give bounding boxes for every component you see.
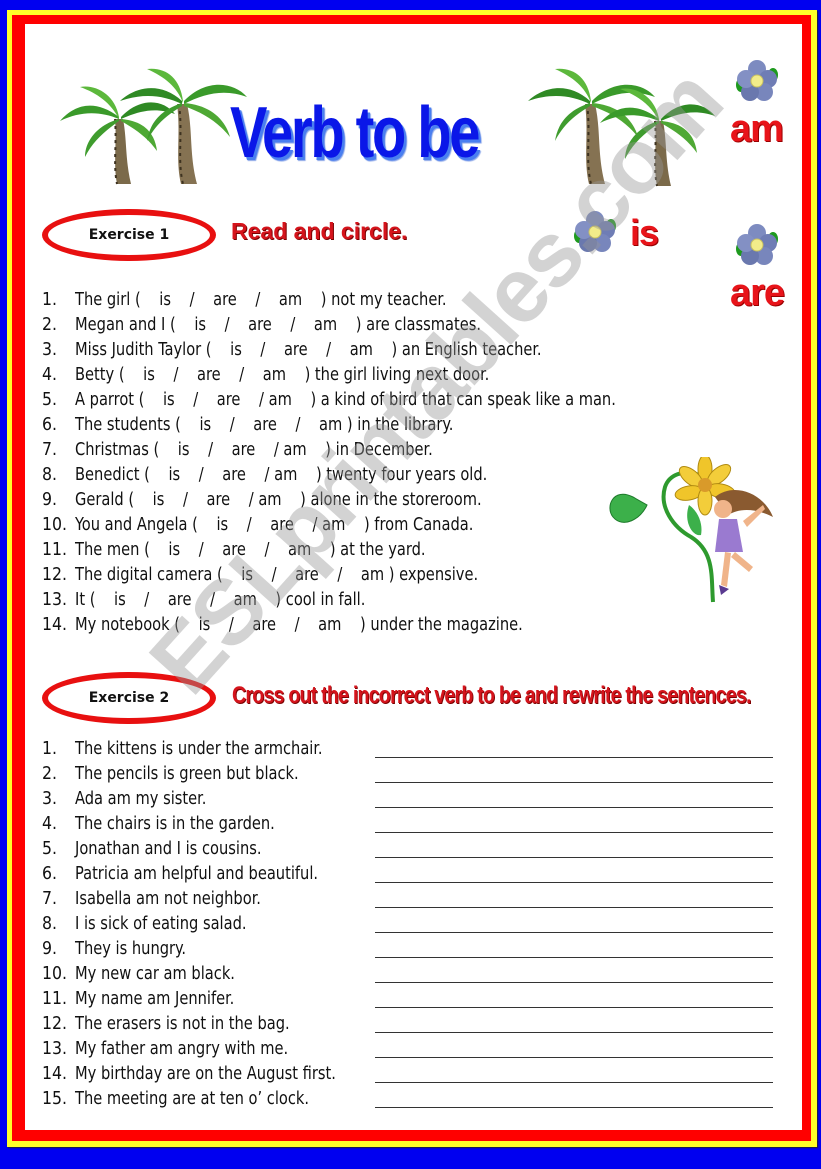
flower-icon (574, 211, 616, 252)
answer-line-input[interactable] (375, 739, 773, 758)
exercise-1-list: 1. The girl ( is / are / am ) not my teac… (42, 288, 657, 638)
list-item: 8. I is sick of eating salad. (42, 914, 247, 934)
flower-icon (736, 224, 778, 265)
answer-line-input[interactable] (375, 864, 773, 883)
list-item: 9. They is hungry. (42, 939, 187, 959)
list-item[interactable]: 8. Benedict ( is / are / am ) twenty four… (42, 463, 657, 488)
answer-line-input[interactable] (375, 989, 773, 1008)
answer-line-input[interactable] (375, 914, 773, 933)
list-item: 6. Patricia am helpful and beautiful. (42, 864, 319, 884)
list-item: 15. The meeting are at ten o’ clock. (42, 1089, 310, 1109)
answer-line-input[interactable] (375, 1039, 773, 1058)
exercise-2-instruction: Cross out the incorrect verb to be and r… (232, 682, 751, 709)
list-item[interactable]: 13. It ( is / are / am ) cool in fall. (42, 588, 657, 613)
answer-line-input[interactable] (375, 1089, 773, 1108)
list-item[interactable]: 1. The girl ( is / are / am ) not my teac… (42, 288, 657, 313)
answer-line-input[interactable] (375, 839, 773, 858)
list-item: 11. My name am Jennifer. (42, 989, 235, 1009)
list-item: 12. The erasers is not in the bag. (42, 1014, 290, 1034)
decor-word-is: is (630, 212, 659, 253)
list-item: 7. Isabella am not neighbor. (42, 889, 261, 909)
list-item[interactable]: 7. Christmas ( is / are / am ) in Decembe… (42, 438, 657, 463)
list-item[interactable]: 6. The students ( is / are / am ) in the … (42, 413, 657, 438)
list-item[interactable]: 3. Miss Judith Taylor ( is / are / am ) a… (42, 338, 657, 363)
list-item[interactable]: 14. My notebook ( is / are / am ) under t… (42, 613, 657, 638)
answer-line-input[interactable] (375, 1064, 773, 1083)
worksheet-page: Verb to be am is are Exercise 1 Read and… (25, 24, 802, 1130)
worksheet-title: Verb to be (230, 93, 480, 173)
exercise-2-badge: Exercise 2 (42, 672, 216, 724)
answer-line-input[interactable] (375, 964, 773, 983)
list-item: 13. My father am angry with me. (42, 1039, 289, 1059)
girl-with-flower-illustration (609, 457, 773, 603)
exercise-1-instruction: Read and circle. (231, 218, 408, 244)
exercise-2-list: 1. The kittens is under the armchair. 2. T… (42, 737, 375, 1112)
answer-line-input[interactable] (375, 889, 773, 908)
list-item: 10. My new car am black. (42, 964, 235, 984)
palm-trees-left-icon (60, 68, 247, 185)
list-item[interactable]: 4. Betty ( is / are / am ) the girl livin… (42, 363, 657, 388)
palm-trees-right-icon (528, 68, 715, 187)
list-item[interactable]: 10. You and Angela ( is / are / am ) from… (42, 513, 657, 538)
answer-line-input[interactable] (375, 1014, 773, 1033)
answer-line-input[interactable] (375, 764, 773, 783)
decor-word-am: am (730, 108, 784, 150)
answer-line-input[interactable] (375, 789, 773, 808)
list-item: 14. My birthday are on the August first. (42, 1064, 336, 1084)
list-item[interactable]: 2. Megan and I ( is / are / am ) are clas… (42, 313, 657, 338)
flower-icon (736, 60, 778, 101)
answer-line-input[interactable] (375, 814, 773, 833)
answer-line-input[interactable] (375, 939, 773, 958)
list-item: 3. Ada am my sister. (42, 789, 207, 809)
decor-word-are: are (730, 272, 785, 314)
list-item: 2. The pencils is green but black. (42, 764, 299, 784)
list-item[interactable]: 9. Gerald ( is / are / am ) alone in the … (42, 488, 657, 513)
list-item[interactable]: 5. A parrot ( is / are / am ) a kind of b… (42, 388, 657, 413)
exercise-1-badge: Exercise 1 (42, 209, 216, 261)
list-item: 4. The chairs is in the garden. (42, 814, 275, 834)
list-item[interactable]: 11. The men ( is / are / am ) at the yard… (42, 538, 657, 563)
list-item[interactable]: 12. The digital camera ( is / are / am ) … (42, 563, 657, 588)
list-item: 5. Jonathan and I is cousins. (42, 839, 262, 859)
list-item: 1. The kittens is under the armchair. (42, 739, 323, 759)
